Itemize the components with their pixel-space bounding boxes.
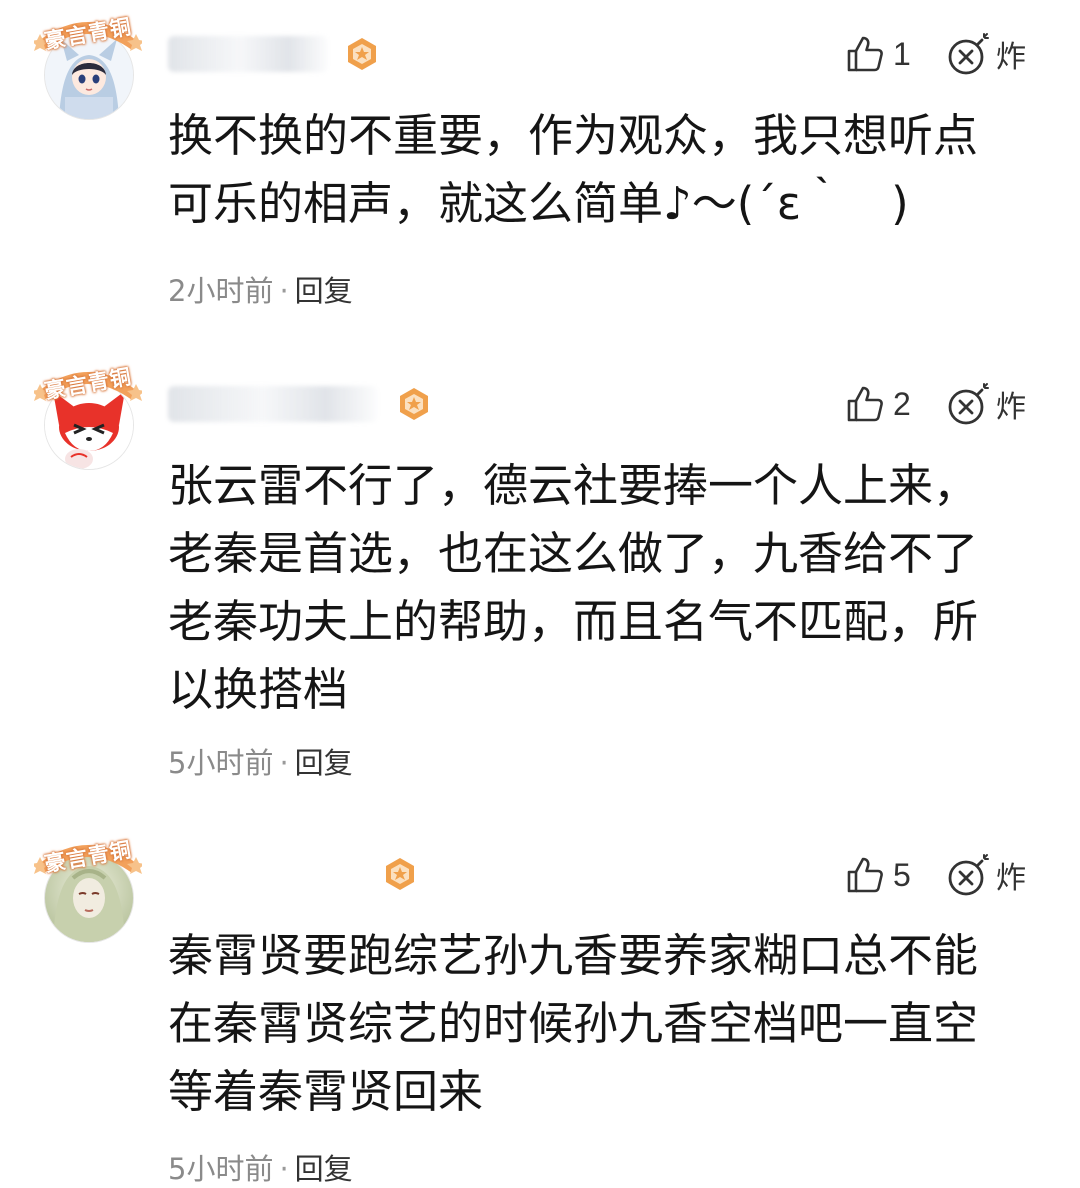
bomb-button[interactable]: 炸	[946, 853, 1026, 897]
comment-line: 以换搭档	[168, 663, 349, 716]
vip-level-icon	[386, 858, 414, 890]
reply-button[interactable]: 回复	[295, 746, 353, 780]
like-button[interactable]: 5	[845, 853, 911, 897]
avatar[interactable]: 豪言青铜	[30, 360, 150, 470]
username-blurred[interactable]	[168, 36, 328, 72]
like-count: 2	[893, 385, 911, 422]
comment-line: 秦霄贤要跑综艺孙九香要养家糊口总不能	[168, 929, 979, 982]
comment-meta: 2小时前 · 回复	[168, 268, 353, 310]
avatar[interactable]: 豪言青铜	[30, 833, 150, 943]
comment-line: 在秦霄贤综艺的时候孙九香空档吧一直空	[168, 997, 979, 1050]
vip-level-icon	[400, 388, 428, 420]
vip-level-icon	[348, 38, 376, 70]
timestamp: 5小时前	[168, 1152, 274, 1186]
comment-text: 换不换的不重要，作为观众，我只想听点 可乐的相声，就这么简单♪～(´ε｀ )	[168, 102, 1048, 238]
timestamp: 2小时前	[168, 274, 274, 308]
bomb-button[interactable]: 炸	[946, 382, 1026, 426]
comment-line: 换不换的不重要，作为观众，我只想听点	[168, 109, 979, 162]
comment-text: 张云雷不行了，德云社要捧一个人上来， 老秦是首选，也在这么做了，九香给不了 老秦…	[168, 452, 1048, 724]
comment-meta: 5小时前 · 回复	[168, 740, 353, 782]
bomb-icon	[948, 383, 989, 425]
meta-separator: ·	[279, 1152, 289, 1186]
avatar[interactable]: 豪言青铜	[30, 10, 150, 120]
like-button[interactable]: 1	[845, 32, 911, 76]
like-count: 1	[893, 35, 911, 72]
meta-separator: ·	[279, 274, 289, 308]
bomb-label: 炸	[996, 861, 1026, 896]
bomb-icon	[948, 33, 989, 75]
thumbs-up-icon	[847, 857, 883, 893]
comment-line: 老秦功夫上的帮助，而且名气不匹配，所	[168, 595, 979, 648]
comment-line: 张云雷不行了，德云社要捧一个人上来，	[168, 459, 979, 512]
comment-line: 老秦是首选，也在这么做了，九香给不了	[168, 527, 979, 580]
reply-button[interactable]: 回复	[295, 274, 353, 308]
bomb-button[interactable]: 炸	[946, 32, 1026, 76]
thumbs-up-icon	[847, 36, 883, 72]
like-count: 5	[893, 856, 911, 893]
comment-line: 可乐的相声，就这么简单♪～(´ε｀ )	[168, 177, 909, 230]
bomb-icon	[948, 854, 989, 896]
like-button[interactable]: 2	[845, 382, 911, 426]
comment-line: 等着秦霄贤回来	[168, 1065, 484, 1118]
thumbs-up-icon	[847, 386, 883, 422]
timestamp: 5小时前	[168, 746, 274, 780]
comment-text: 秦霄贤要跑综艺孙九香要养家糊口总不能 在秦霄贤综艺的时候孙九香空档吧一直空 等着…	[168, 922, 1048, 1126]
meta-separator: ·	[279, 746, 289, 780]
bomb-label: 炸	[996, 390, 1026, 425]
comment-meta: 5小时前 · 回复	[168, 1146, 353, 1188]
reply-button[interactable]: 回复	[295, 1152, 353, 1186]
bomb-label: 炸	[996, 40, 1026, 75]
username-blurred[interactable]	[168, 386, 378, 422]
